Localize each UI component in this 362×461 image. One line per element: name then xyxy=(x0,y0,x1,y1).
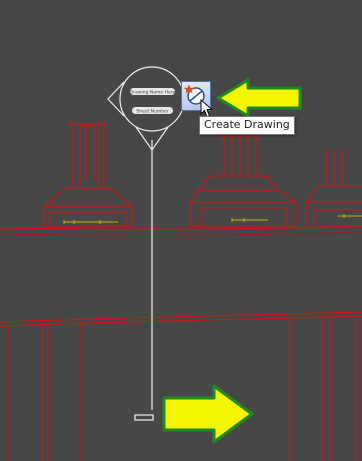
callout-tail-left xyxy=(107,81,125,117)
yellow-arrow-top xyxy=(216,78,302,118)
callout-end-tick xyxy=(134,414,154,421)
pier-left xyxy=(43,123,133,227)
tooltip: Create Drawing xyxy=(199,116,295,135)
drawing-viewport[interactable]: Drawing Name Here Sheet Number Create Dr… xyxy=(0,0,362,461)
pill-top-label: Drawing Name Here xyxy=(130,90,176,96)
model-canvas: Drawing Name Here Sheet Number xyxy=(0,66,362,461)
section-callout xyxy=(107,66,185,421)
pier-middle xyxy=(189,135,297,227)
pill-bottom-label: Sheet Number xyxy=(136,109,169,115)
callout-labels: Drawing Name Here Sheet Number xyxy=(130,88,176,115)
pier-right xyxy=(305,150,362,226)
annotation-marks xyxy=(63,214,362,224)
yellow-arrow-bottom xyxy=(162,384,254,444)
callout-circle xyxy=(119,66,185,132)
lower-elevation xyxy=(0,311,362,461)
